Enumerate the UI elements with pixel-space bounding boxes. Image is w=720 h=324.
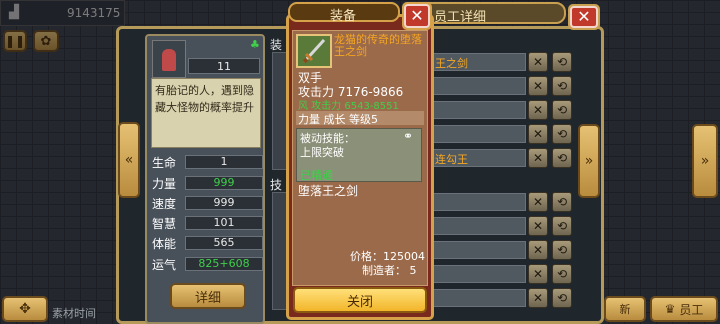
unequip-button[interactable]: ✕ xyxy=(528,216,548,236)
dialog-title: 员工详细 xyxy=(434,10,487,25)
level-box: 11 xyxy=(188,58,260,74)
list-item[interactable] xyxy=(420,77,526,95)
unequip-button[interactable]: ✕ xyxy=(528,288,548,308)
stat-label-int: 智慧 xyxy=(152,217,177,231)
prev-page-button[interactable]: « xyxy=(118,122,140,198)
skill-section-label: 技 xyxy=(270,178,283,192)
leaf-icon: ♣ xyxy=(250,38,260,51)
unequip-button[interactable]: ✕ xyxy=(528,264,548,284)
swap-button[interactable]: ⟲ xyxy=(552,100,572,120)
stat-label-sta: 体能 xyxy=(152,237,177,251)
unequip-button[interactable]: ✕ xyxy=(528,240,548,260)
list-item[interactable] xyxy=(420,289,526,307)
swap-button[interactable]: ⟲ xyxy=(552,192,572,212)
unequip-button[interactable]: ✕ xyxy=(528,192,548,212)
stat-label-luck: 运气 xyxy=(152,258,177,272)
popup-close-button[interactable]: ✕ xyxy=(402,2,432,30)
stat-label-hp: 生命 xyxy=(152,156,177,170)
stat-label-str: 力量 xyxy=(152,177,177,191)
equipment-tab-label: 装备 xyxy=(330,9,357,24)
item-name: 龙猫的传奇的堕落王之剑 xyxy=(334,33,422,58)
move-button[interactable]: ✥ xyxy=(2,296,48,322)
unequip-button[interactable]: ✕ xyxy=(528,148,548,168)
sword-icon xyxy=(302,38,326,64)
swap-button[interactable]: ⟲ xyxy=(552,288,572,308)
crown-icon: ♛ xyxy=(664,302,676,316)
equipment-tab: 装备 xyxy=(288,2,400,24)
stat-value-sta: 565 xyxy=(185,236,263,250)
unequip-button[interactable]: ✕ xyxy=(528,124,548,144)
item-growth: 力量 成长 等级5 xyxy=(298,113,378,126)
swap-button[interactable]: ⟲ xyxy=(552,76,572,96)
list-item[interactable] xyxy=(420,125,526,143)
list-item[interactable] xyxy=(420,193,526,211)
stat-value-int: 101 xyxy=(185,216,263,230)
close-icon: ✕ xyxy=(404,4,430,28)
list-item[interactable]: 王之剑 xyxy=(420,53,526,71)
avatar xyxy=(162,49,176,71)
staff-button[interactable]: ♛ 员工 xyxy=(650,296,718,322)
list-item[interactable]: 连勾王 xyxy=(420,149,526,167)
passive-skill-box: 被动技能： 上限突破 ⚭ 已精通 xyxy=(296,128,422,182)
link-icon: ⚭ xyxy=(403,129,414,143)
equip-section-label: 装 xyxy=(270,38,283,52)
item-wind-attack: 风 攻击力 6543-8551 xyxy=(298,101,399,112)
next-page-button[interactable]: » xyxy=(692,124,718,198)
new-button-label: 新 xyxy=(619,303,631,316)
swap-button[interactable]: ⟲ xyxy=(552,52,572,72)
new-button[interactable]: 新 xyxy=(604,296,646,322)
unequip-button[interactable]: ✕ xyxy=(528,100,548,120)
list-item[interactable] xyxy=(420,265,526,283)
character-description: 有胎记的人，遇到隐藏大怪物的概率提升 xyxy=(155,84,254,114)
stat-label-spd: 速度 xyxy=(152,197,177,211)
detail-button-label: 详细 xyxy=(194,290,221,306)
growth-row: 力量 成长 等级5 xyxy=(296,111,424,126)
list-item[interactable] xyxy=(420,101,526,119)
swap-button[interactable]: ⟲ xyxy=(552,216,572,236)
unequip-button[interactable]: ✕ xyxy=(528,52,548,72)
unequip-button[interactable]: ✕ xyxy=(528,76,548,96)
description-box: 有胎记的人，遇到隐藏大怪物的概率提升 xyxy=(151,78,261,148)
close-button-label: 关闭 xyxy=(346,294,373,310)
mastered-label: 已精通 xyxy=(300,169,333,182)
stat-value-spd: 999 xyxy=(185,196,263,210)
detail-button[interactable]: 详细 xyxy=(170,283,246,309)
bottom-left-text: 素材时间 xyxy=(52,307,96,320)
passive-skill: 上限突破 xyxy=(300,146,344,159)
swap-button[interactable]: ⟲ xyxy=(552,148,572,168)
item-base-name: 堕落王之剑 xyxy=(298,184,359,198)
swap-button[interactable]: ⟲ xyxy=(552,124,572,144)
list-item[interactable] xyxy=(420,241,526,259)
swap-button[interactable]: ⟲ xyxy=(552,264,572,284)
next-staff-button[interactable]: » xyxy=(578,124,600,198)
list-item[interactable] xyxy=(420,217,526,235)
level-value: 11 xyxy=(217,60,231,73)
item-icon-frame xyxy=(296,34,332,68)
stat-value-str: 999 xyxy=(185,176,263,190)
character-portrait xyxy=(152,40,186,78)
stat-value-luck: 825+608 xyxy=(185,257,263,271)
stat-value-hp: 1 xyxy=(185,155,263,169)
item-maker: 制造者： 5 xyxy=(362,264,417,277)
close-icon: ✕ xyxy=(570,6,598,28)
swap-button[interactable]: ⟲ xyxy=(552,240,572,260)
popup-close-text-button[interactable]: 关闭 xyxy=(293,287,427,313)
staff-button-label: 员工 xyxy=(679,302,704,317)
dialog-close-button[interactable]: ✕ xyxy=(568,4,600,30)
